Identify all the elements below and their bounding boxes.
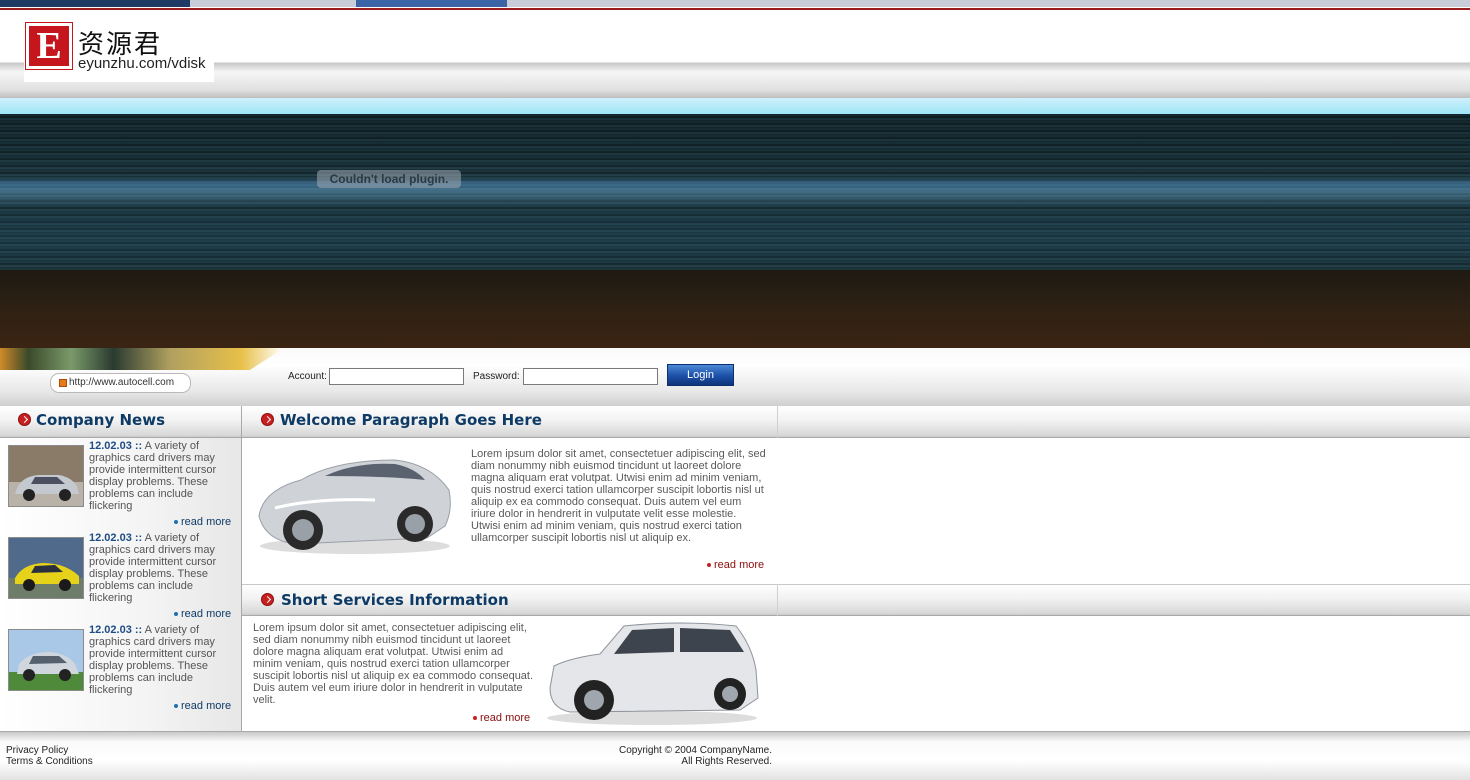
photo-strip: [0, 348, 284, 370]
top-color-strip: [0, 0, 1470, 7]
divider: [242, 615, 1470, 616]
read-more-link[interactable]: read more: [174, 700, 231, 712]
services-title: Short Services Information: [281, 591, 509, 609]
site-logo[interactable]: E 资源君 eyunzhu.com/vdisk: [24, 22, 214, 82]
site-url-box[interactable]: http://www.autocell.com: [50, 373, 191, 393]
news-date: 12.02.03 ::: [89, 624, 143, 636]
news-text: 12.02.03 :: A variety of graphics card d…: [89, 440, 229, 512]
plugin-error-message[interactable]: Couldn't load plugin.: [317, 170, 461, 188]
arrow-icon: [18, 413, 31, 426]
column-divider: [241, 406, 242, 731]
site-url-text: http://www.autocell.com: [69, 377, 175, 388]
read-more-label: read more: [480, 712, 531, 724]
read-more-link[interactable]: read more: [473, 712, 530, 724]
rights-text: All Rights Reserved.: [681, 756, 772, 767]
welcome-text: Lorem ipsum dolor sit amet, consectetuer…: [471, 448, 766, 544]
flash-banner: [0, 114, 1470, 270]
divider: [777, 584, 778, 616]
divider: [242, 584, 1470, 585]
login-button[interactable]: Login: [667, 364, 734, 386]
read-more-label: read more: [714, 559, 765, 571]
logo-url: eyunzhu.com/vdisk: [78, 55, 206, 72]
password-input[interactable]: [523, 368, 658, 385]
bullet-icon: [707, 563, 711, 568]
company-news-title: Company News: [36, 411, 165, 429]
read-more-label: read more: [181, 516, 232, 528]
account-input[interactable]: [329, 368, 464, 385]
header: E 资源君 eyunzhu.com/vdisk: [0, 10, 1470, 98]
welcome-title: Welcome Paragraph Goes Here: [280, 411, 542, 429]
news-text: 12.02.03 :: A variety of graphics card d…: [89, 532, 229, 604]
read-more-link[interactable]: read more: [707, 559, 764, 571]
company-news-column: 12.02.03 :: A variety of graphics card d…: [0, 438, 241, 731]
read-more-label: read more: [181, 700, 232, 712]
read-more-label: read more: [181, 608, 232, 620]
news-text: 12.02.03 :: A variety of graphics card d…: [89, 624, 229, 696]
bullet-icon: [473, 716, 477, 721]
read-more-link[interactable]: read more: [174, 608, 231, 620]
bullet-icon: [174, 704, 178, 709]
arrow-icon: [261, 593, 274, 606]
news-date: 12.02.03 ::: [89, 532, 143, 544]
news-date: 12.02.03 ::: [89, 440, 143, 452]
terms-link[interactable]: Terms & Conditions: [6, 756, 93, 767]
logo-mark: E: [25, 22, 73, 70]
news-thumbnail[interactable]: [8, 537, 84, 599]
read-more-link[interactable]: read more: [174, 516, 231, 528]
password-label: Password:: [473, 371, 520, 382]
bullet-icon: [174, 520, 178, 525]
news-thumbnail[interactable]: [8, 445, 84, 507]
copyright-text: Copyright © 2004 CompanyName.: [619, 745, 772, 756]
privacy-policy-link[interactable]: Privacy Policy: [6, 745, 68, 756]
bullet-icon: [174, 612, 178, 617]
divider: [777, 406, 778, 438]
services-suv-image: [540, 618, 765, 726]
news-thumbnail[interactable]: [8, 629, 84, 691]
account-label: Account:: [288, 371, 327, 382]
bullet-icon: [59, 379, 67, 387]
banner-bottom: [0, 270, 1470, 348]
section-header-band: [0, 406, 1470, 438]
banner-sky: [0, 98, 1470, 114]
arrow-icon: [261, 413, 274, 426]
services-text: Lorem ipsum dolor sit amet, consectetuer…: [253, 622, 534, 706]
welcome-car-image: [255, 450, 455, 558]
